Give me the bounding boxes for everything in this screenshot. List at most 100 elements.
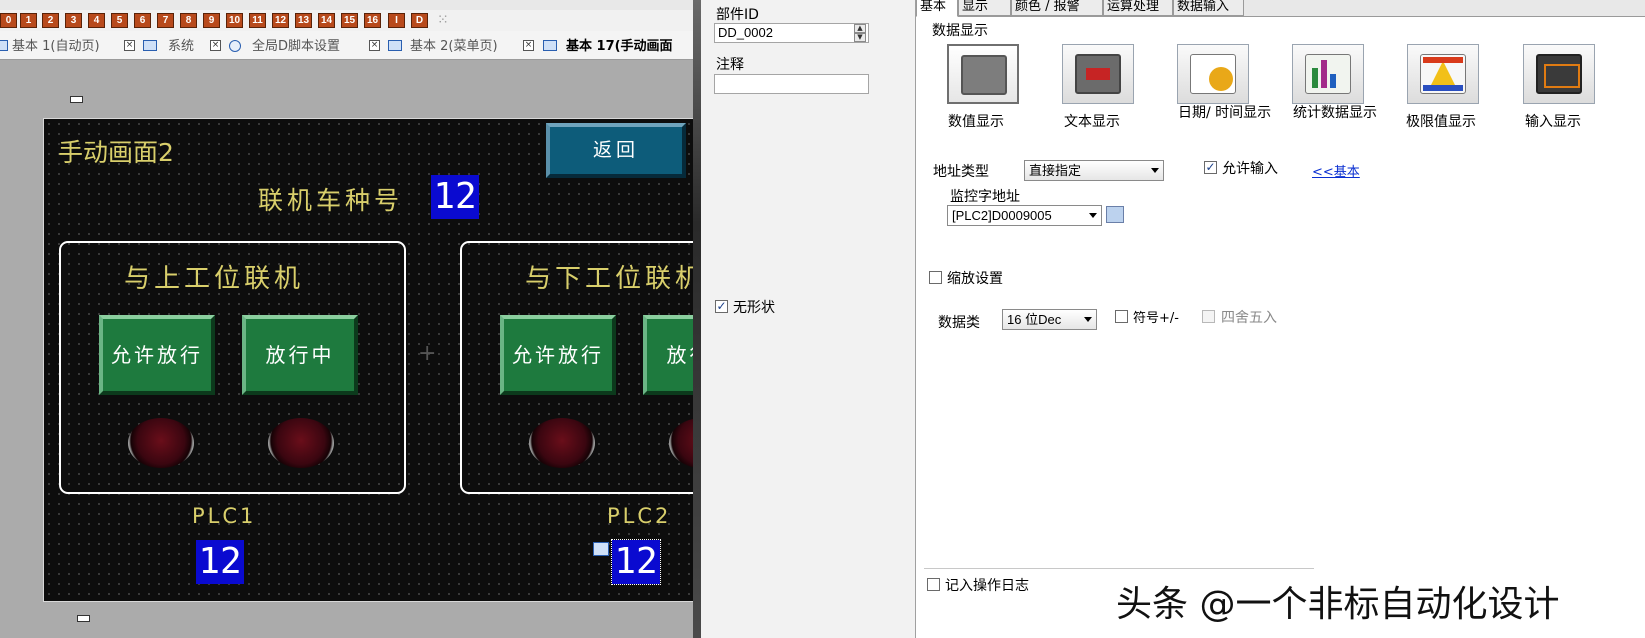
tab-global-script[interactable]: 全局D脚本设置 (252, 38, 340, 56)
dotted-grid-icon[interactable]: ⁙ (437, 12, 449, 28)
link-model-value[interactable]: 12 (431, 175, 479, 219)
page-icon (0, 40, 8, 51)
close-icon[interactable]: × (523, 40, 534, 51)
tab-basic-1[interactable]: 基本 1(自动页) (12, 38, 100, 56)
lower-station-panel: 与下工位联机 允许放行 放行中 (460, 241, 693, 494)
screen-editor: 0 1 2 3 4 5 6 7 8 9 10 11 12 13 14 15 16… (0, 0, 693, 638)
spin-down-icon[interactable]: ▼ (854, 33, 866, 42)
close-icon[interactable]: × (124, 40, 135, 51)
properties-panel: 部件ID DD_0002 ▲ ▼ 注释 ✓ 无形状 (701, 0, 916, 638)
page-icon (143, 40, 157, 51)
part-id-label: 部件ID (716, 7, 759, 23)
resize-handle[interactable] (70, 96, 83, 103)
plc1-value[interactable]: 12 (196, 540, 244, 584)
hmi-canvas: 手动画面2 返回 联机车种号 12 与上工位联机 允许放行 放行中 + 与下工位… (43, 118, 693, 602)
lower-allow-release-button[interactable]: 允许放行 (500, 315, 616, 395)
address-type-select[interactable]: 直接指定 (1024, 160, 1164, 181)
layer-3-button[interactable]: 3 (65, 13, 82, 28)
address-browse-icon[interactable] (1106, 206, 1124, 223)
data-type-label: 数据类 (938, 315, 980, 331)
layer-14-button[interactable]: 14 (318, 13, 335, 28)
plc2-label: PLC2 (607, 504, 672, 528)
back-button[interactable]: 返回 (546, 123, 686, 178)
page-icon (543, 40, 557, 51)
scale-label: 缩放设置 (947, 271, 1003, 287)
panel-divider[interactable] (693, 0, 701, 638)
layer-9-button[interactable]: 9 (203, 13, 220, 28)
monitor-address-value: [PLC2]D0009005 (952, 208, 1052, 223)
tab-basic-17[interactable]: 基本 17(手动画面 (566, 38, 673, 56)
layer-number-toolbar: 0 1 2 3 4 5 6 7 8 9 10 11 12 13 14 15 16… (0, 10, 693, 31)
layer-1-button[interactable]: 1 (20, 13, 37, 28)
part-id-input[interactable]: DD_0002 (714, 23, 869, 43)
layer-i-button[interactable]: I (388, 13, 405, 28)
spin-up-icon[interactable]: ▲ (854, 24, 866, 33)
address-type-value: 直接指定 (1029, 163, 1082, 178)
layer-0-button[interactable]: 0 (0, 13, 17, 28)
layer-4-button[interactable]: 4 (88, 13, 105, 28)
monitor-address-label: 监控字地址 (950, 189, 1020, 205)
indicator-lamp-icon (128, 418, 194, 468)
layer-11-button[interactable]: 11 (249, 13, 266, 28)
sign-checkbox[interactable] (1115, 310, 1128, 323)
plc2-value[interactable]: 12 (611, 539, 661, 585)
layer-16-button[interactable]: 16 (364, 13, 381, 28)
sign-label: 符号+/- (1133, 311, 1179, 326)
tile-text-display-label: 文本显示 (1064, 114, 1120, 130)
layer-5-button[interactable]: 5 (111, 13, 128, 28)
section-label: 数据显示 (932, 23, 988, 39)
upper-releasing-button[interactable]: 放行中 (242, 315, 358, 395)
page-icon (388, 40, 402, 51)
address-type-label: 地址类型 (933, 164, 989, 180)
tab-data-input[interactable]: 数据输入 (1173, 0, 1244, 16)
operation-log-checkbox[interactable] (927, 578, 940, 591)
upper-allow-release-button[interactable]: 允许放行 (99, 315, 215, 395)
tile-numeric-display[interactable] (947, 44, 1019, 104)
tab-basic-2[interactable]: 基本 2(菜单页) (410, 38, 498, 56)
layer-15-button[interactable]: 15 (341, 13, 358, 28)
scale-checkbox[interactable] (929, 271, 942, 284)
layer-6-button[interactable]: 6 (134, 13, 151, 28)
tile-text-display[interactable] (1062, 44, 1134, 104)
layer-8-button[interactable]: 8 (180, 13, 197, 28)
tab-system[interactable]: 系统 (168, 38, 194, 56)
layer-10-button[interactable]: 10 (226, 13, 243, 28)
comment-input[interactable] (714, 74, 869, 94)
close-icon[interactable]: × (369, 40, 380, 51)
upper-station-panel: 与上工位联机 允许放行 放行中 (59, 241, 406, 494)
chevron-down-icon (1089, 213, 1097, 218)
layer-7-button[interactable]: 7 (157, 13, 174, 28)
lower-releasing-button[interactable]: 放行中 (643, 315, 693, 395)
numeric-display-icon (961, 55, 1007, 95)
shapeless-label: 无形状 (733, 300, 775, 316)
basic-link[interactable]: <<基本 (1312, 161, 1360, 180)
tab-basic[interactable]: 基本 (916, 0, 958, 17)
text-display-icon (1075, 54, 1121, 94)
round-checkbox[interactable] (1202, 310, 1215, 323)
layer-d-button[interactable]: D (411, 13, 428, 28)
layer-2-button[interactable]: 2 (42, 13, 59, 28)
close-icon[interactable]: × (210, 40, 221, 51)
separator-line (924, 568, 1314, 569)
tile-input-display[interactable] (1523, 44, 1595, 104)
tile-statistics[interactable] (1292, 44, 1364, 104)
date-time-icon (1190, 54, 1236, 94)
resize-handle[interactable] (77, 615, 90, 622)
allow-input-checkbox[interactable]: ✓ (1204, 161, 1217, 174)
data-type-value: 16 位Dec (1007, 312, 1062, 327)
tab-calculation[interactable]: 运算处理 (1103, 0, 1173, 16)
tile-input-display-label: 输入显示 (1525, 114, 1581, 130)
tile-date-time[interactable] (1177, 44, 1249, 104)
data-type-select[interactable]: 16 位Dec (1002, 309, 1097, 330)
layer-13-button[interactable]: 13 (295, 13, 312, 28)
tile-limit-value[interactable] (1407, 44, 1479, 104)
tile-date-time-label: 日期/ 时间显示 (1178, 105, 1272, 121)
plc1-label: PLC1 (192, 504, 257, 528)
monitor-address-select[interactable]: [PLC2]D0009005 (947, 205, 1102, 226)
tab-color-alarm[interactable]: 颜色 / 报警 (1011, 0, 1103, 16)
shapeless-checkbox[interactable]: ✓ (715, 300, 728, 313)
statistics-icon (1305, 54, 1351, 94)
layer-12-button[interactable]: 12 (272, 13, 289, 28)
tab-display[interactable]: 显示 (958, 0, 1011, 16)
upper-station-title: 与上工位联机 (124, 264, 305, 294)
